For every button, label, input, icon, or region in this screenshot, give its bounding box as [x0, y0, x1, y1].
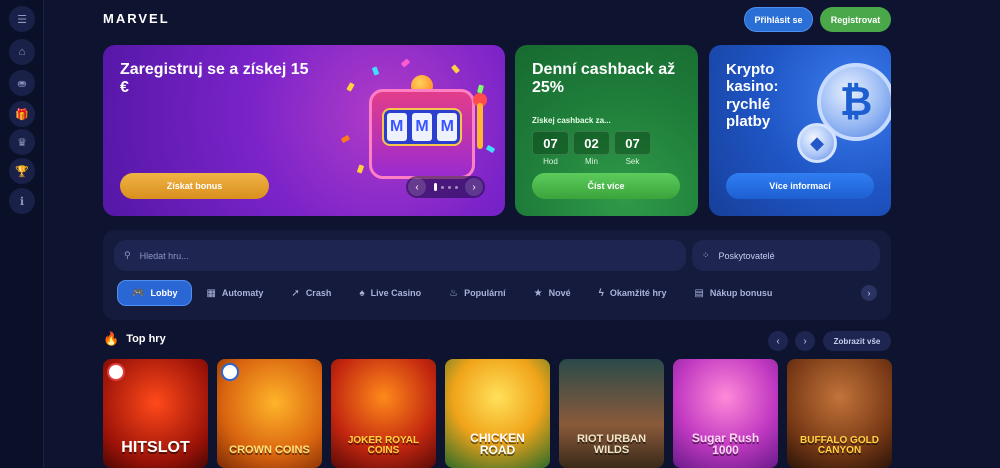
promo-welcome-title: Zaregistruj se a získej 15 €: [120, 61, 309, 97]
chips-icon[interactable]: ⛂: [9, 70, 35, 96]
rocket-icon: ➚: [291, 287, 300, 299]
category-tabs: 🎮 Lobby ▦ Automaty ➚ Crash ♠ Live Casino ♨ Po…: [117, 280, 877, 306]
get-bonus-button[interactable]: Získat bonus: [120, 173, 269, 199]
trophy-icon[interactable]: 🏆: [9, 158, 35, 184]
cards-icon: ♠: [359, 287, 365, 299]
fire-icon: 🔥: [103, 331, 120, 346]
timer-hours: 07: [532, 131, 569, 155]
tab-popular[interactable]: ♨ Populární: [435, 280, 519, 306]
timer-seconds-label: Sek: [625, 157, 640, 166]
read-more-button[interactable]: Číst více: [532, 173, 680, 199]
gamepad-icon: 🎮: [132, 287, 145, 299]
tab-crash[interactable]: ➚ Crash: [277, 280, 345, 306]
search-icon: ⚲: [124, 250, 131, 260]
game-tile-chicken-road[interactable]: CHICKEN ROAD: [445, 359, 550, 468]
game-title: CHICKEN ROAD: [470, 431, 525, 457]
logo[interactable]: MARVEL: [103, 11, 170, 26]
chevron-left-icon[interactable]: ‹: [408, 178, 426, 196]
more-info-button[interactable]: Více informací: [726, 173, 874, 199]
slot-icon: ▦: [206, 287, 216, 299]
provider-badge: [221, 363, 239, 381]
game-tile-crown-coins[interactable]: CROWN COINS: [217, 359, 322, 468]
sidebar: ☰ ⌂ ⛂ 🎁 ♛ 🏆 ℹ: [0, 0, 44, 468]
fire-icon: ♨: [449, 287, 459, 299]
game-title: RIOT URBAN WILDS: [576, 433, 647, 456]
tab-bonus-buy[interactable]: ▤ Nákup bonusu: [680, 280, 786, 306]
game-tile-urban-wilds[interactable]: RIOT URBAN WILDS: [559, 359, 664, 468]
register-button[interactable]: Registrovat: [820, 7, 891, 32]
grid-icon: ⁘: [702, 250, 710, 260]
search-input[interactable]: ⚲ Hledat hru...: [114, 240, 686, 271]
lightning-icon: ϟ: [598, 287, 604, 299]
top-games-heading: 🔥 Top hry: [103, 331, 166, 347]
tab-lobby[interactable]: 🎮 Lobby: [117, 280, 193, 306]
tab-new[interactable]: ★ Nové: [520, 280, 585, 306]
timer-seconds: 07: [614, 131, 651, 155]
tab-automaty[interactable]: ▦ Automaty: [192, 280, 277, 306]
promo-cashback-title: Denní cashback až 25%: [532, 61, 676, 97]
provider-badge: [107, 363, 125, 381]
carousel-pager: ‹ ›: [406, 176, 485, 198]
game-tile-buffalo[interactable]: BUFFALO GOLD CANYON: [787, 359, 892, 468]
cashback-subtitle: Získej cashback za...: [532, 116, 611, 125]
tab-live-casino[interactable]: ♠ Live Casino: [345, 280, 435, 306]
slot-machine-illustration: MMM: [361, 75, 491, 187]
game-title: HITSLOT: [121, 439, 190, 456]
search-placeholder: Hledat hru...: [139, 250, 189, 261]
providers-label: Poskytovatelé: [718, 250, 775, 261]
show-all-button[interactable]: Zobrazit vše: [823, 331, 891, 351]
game-tile-hitslot[interactable]: HITSLOT: [103, 359, 208, 468]
game-tile-joker-royal-coins[interactable]: JOKER ROYAL COINS: [331, 359, 436, 468]
login-button[interactable]: Přihlásit se: [744, 7, 813, 32]
timer-minutes: 02: [573, 131, 610, 155]
timer-minutes-label: Min: [585, 157, 598, 166]
gift-icon[interactable]: 🎁: [9, 101, 35, 127]
menu-icon[interactable]: ☰: [9, 6, 35, 32]
game-title: CROWN COINS: [229, 444, 310, 456]
tab-instant[interactable]: ϟ Okamžité hry: [585, 280, 681, 306]
ethereum-icon: ◆: [797, 123, 837, 163]
promo-crypto-title: Krypto kasino: rychlé platby: [726, 61, 779, 130]
game-title: Sugar Rush 1000: [691, 431, 760, 457]
star-icon: ★: [533, 287, 543, 299]
game-title: BUFFALO GOLD CANYON: [800, 435, 879, 456]
promo-cashback-card[interactable]: Denní cashback až 25% Získej cashback za…: [515, 45, 698, 216]
top-games-title: Top hry: [126, 333, 166, 345]
game-tile-sugar-rush[interactable]: Sugar Rush 1000: [673, 359, 778, 468]
tabs-scroll-right-button[interactable]: ›: [861, 285, 877, 301]
search-panel: ⚲ Hledat hru... ⁘ Poskytovatelé 🎮 Lobby ▦…: [103, 230, 891, 320]
info-icon[interactable]: ℹ: [9, 188, 35, 214]
home-icon[interactable]: ⌂: [9, 39, 35, 65]
ticket-icon: ▤: [694, 287, 704, 299]
crown-icon[interactable]: ♛: [9, 129, 35, 155]
timer-hours-label: Hod: [543, 157, 558, 166]
games-prev-button[interactable]: ‹: [768, 331, 788, 351]
game-title: JOKER ROYAL COINS: [347, 435, 420, 456]
providers-button[interactable]: ⁘ Poskytovatelé: [692, 240, 880, 271]
promo-welcome-card[interactable]: Zaregistruj se a získej 15 € MMM Získat …: [103, 45, 505, 216]
chevron-right-icon[interactable]: ›: [465, 178, 483, 196]
promo-crypto-card[interactable]: Krypto kasino: rychlé platby ₿ ◆ Více in…: [709, 45, 891, 216]
games-next-button[interactable]: ›: [795, 331, 815, 351]
